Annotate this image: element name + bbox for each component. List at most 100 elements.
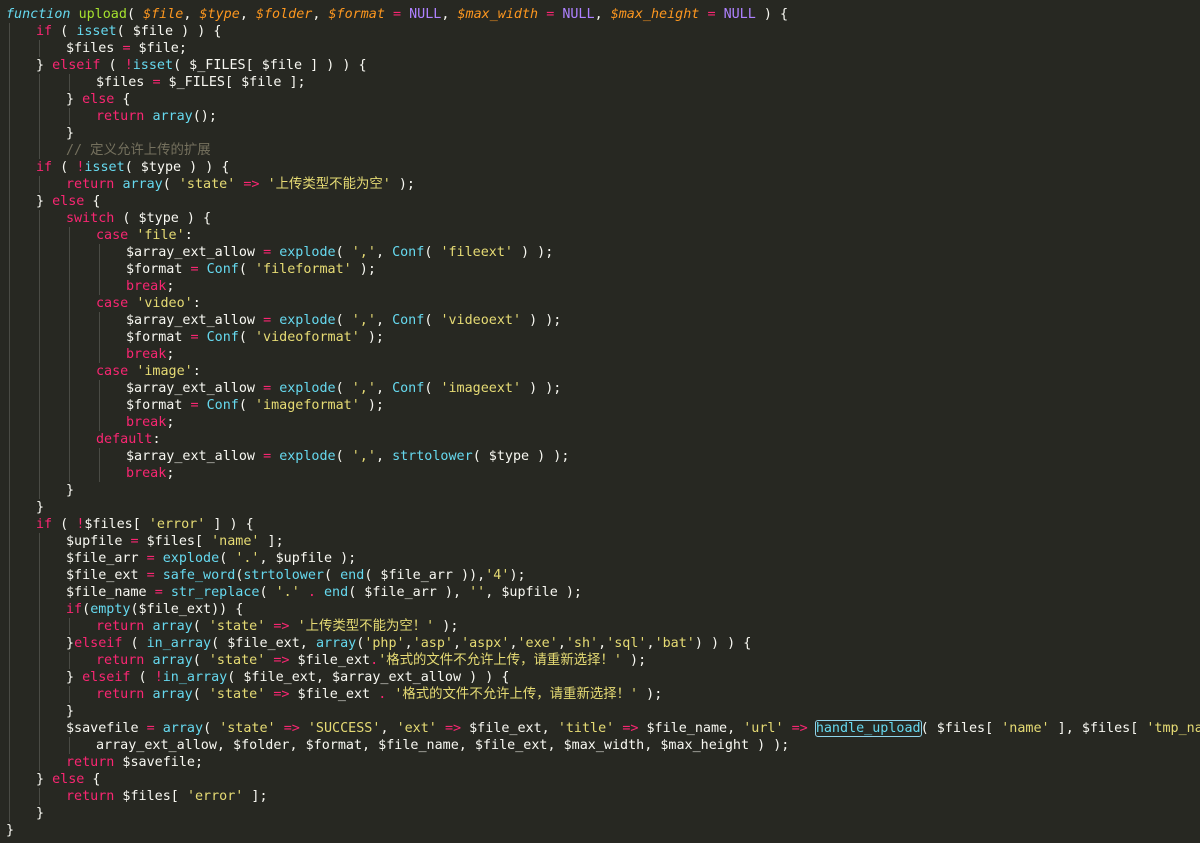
code-token: . xyxy=(370,653,379,668)
code-token: ); xyxy=(638,687,663,702)
code-token: } xyxy=(66,92,83,107)
code-token: $format xyxy=(126,398,191,413)
code-token: case xyxy=(96,296,129,311)
code-token: array_ext_allow, $folder, $format, $file… xyxy=(96,738,790,753)
code-token: 'video' xyxy=(136,296,193,311)
code-token: } xyxy=(36,500,45,515)
code-token: '4' xyxy=(485,568,510,583)
code-line: $format = Conf( 'imageformat' ); xyxy=(126,397,384,414)
code-line: } xyxy=(66,125,74,142)
code-token: = xyxy=(263,313,272,328)
code-line: default: xyxy=(96,431,161,448)
code-token: Conf xyxy=(206,262,239,277)
indent-guide xyxy=(99,244,100,295)
code-line: $file_name = str_replace( '.' . end( $fi… xyxy=(66,584,582,601)
code-line: $array_ext_allow = explode( ',', strtolo… xyxy=(126,448,569,465)
code-token: ; xyxy=(166,415,175,430)
indent-guide xyxy=(39,176,40,193)
code-token: end xyxy=(324,585,349,600)
code-token: ) ); xyxy=(513,245,554,260)
code-token: } xyxy=(66,670,83,685)
code-token: => xyxy=(622,721,639,736)
code-token: $array_ext_allow xyxy=(126,449,264,464)
code-token: = xyxy=(146,551,155,566)
code-token: => xyxy=(243,177,260,192)
code-token: ) { xyxy=(755,7,789,22)
code-token: 'url' xyxy=(743,721,784,736)
code-token: explode xyxy=(279,449,336,464)
indent-guide xyxy=(69,108,70,125)
code-token: explode xyxy=(279,245,336,260)
code-token: , xyxy=(375,381,393,396)
code-token: => xyxy=(444,721,462,736)
code-token: return xyxy=(96,619,145,634)
code-token: , xyxy=(453,636,462,651)
code-token: array xyxy=(152,687,193,702)
code-token: : xyxy=(192,364,201,379)
code-line: case 'video': xyxy=(96,295,201,312)
code-token: strtolower xyxy=(392,449,473,464)
code-token: 'file' xyxy=(136,228,185,243)
code-token: ) ); xyxy=(521,381,562,396)
code-token: ',' xyxy=(351,245,376,260)
code-token: ( $file_arr ), xyxy=(348,585,470,600)
code-line: } else { xyxy=(36,193,101,210)
code-token: 'videoext' xyxy=(440,313,522,328)
code-token: ( xyxy=(335,245,352,260)
code-token: , xyxy=(239,7,256,22)
code-line: break; xyxy=(126,465,174,482)
code-token: ( xyxy=(203,721,220,736)
code-token: ($file_ext)) { xyxy=(130,602,244,617)
code-token: ! xyxy=(124,58,133,73)
code-token: } xyxy=(66,636,75,651)
code-token: => xyxy=(273,687,290,702)
code-token: 'fileformat' xyxy=(255,262,352,277)
code-token: ; xyxy=(166,466,175,481)
code-token: ( xyxy=(335,449,352,464)
code-token: , xyxy=(404,636,413,651)
code-token: : xyxy=(152,432,161,447)
code-token: ] ) { xyxy=(205,517,254,532)
code-token: ]; xyxy=(243,789,268,804)
code-token: empty xyxy=(90,602,131,617)
code-token: 'videoformat' xyxy=(255,330,360,345)
indent-guide xyxy=(99,380,100,431)
code-token: ( $file_arr )), xyxy=(364,568,486,583)
code-token: ( xyxy=(238,262,255,277)
code-token: = xyxy=(146,721,155,736)
code-token: $array_ext_allow xyxy=(126,245,264,260)
code-token: ( xyxy=(424,313,441,328)
code-token: , xyxy=(509,636,518,651)
code-token: else xyxy=(52,194,85,209)
indent-guide xyxy=(39,788,40,805)
code-token: ]; xyxy=(259,534,284,549)
code-token: break xyxy=(126,415,167,430)
code-token: isset xyxy=(84,160,125,175)
code-token: ( xyxy=(100,58,125,73)
code-token: ! xyxy=(154,670,163,685)
code-line: } elseif ( !in_array( $file_ext, $array_… xyxy=(66,669,509,686)
code-token: ( xyxy=(82,602,91,617)
code-token: = xyxy=(154,585,163,600)
code-token: explode xyxy=(162,551,220,566)
code-token: , xyxy=(598,636,607,651)
code-token: return xyxy=(66,177,115,192)
code-token: : xyxy=(184,228,193,243)
code-line: return $files[ 'error' ]; xyxy=(66,788,268,805)
code-line: array_ext_allow, $folder, $format, $file… xyxy=(96,737,789,754)
code-token: safe_word xyxy=(162,568,236,583)
code-token: } xyxy=(36,772,53,787)
code-line: $array_ext_allow = explode( ',', Conf( '… xyxy=(126,312,561,329)
code-token: : xyxy=(192,296,201,311)
code-line: $files = $file; xyxy=(66,40,187,57)
code-token: => xyxy=(283,721,300,736)
code-editor[interactable]: function upload( $file, $type, $folder, … xyxy=(0,0,1200,843)
code-token: return xyxy=(96,653,145,668)
code-line: return array( 'state' => '上传类型不能为空！' ); xyxy=(96,618,458,635)
